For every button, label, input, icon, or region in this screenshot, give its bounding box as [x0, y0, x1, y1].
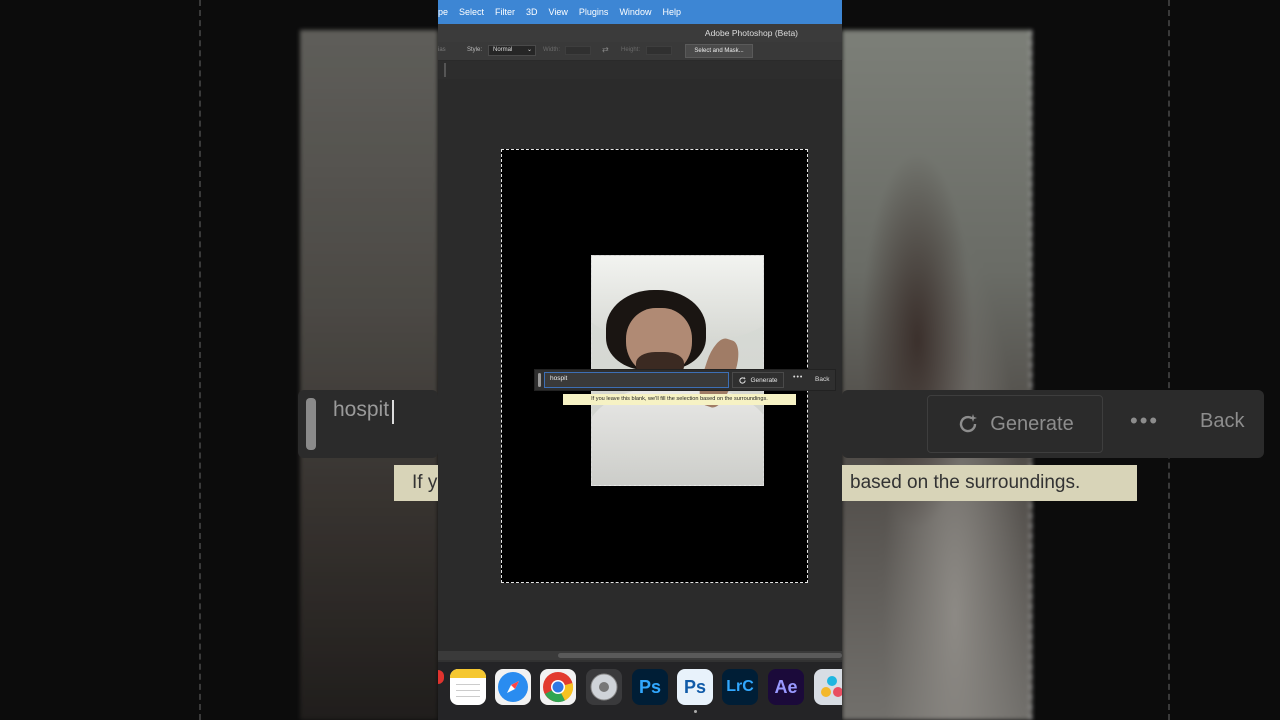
running-indicator: [694, 710, 697, 713]
back-button[interactable]: Back: [815, 376, 829, 383]
generative-prompt-input[interactable]: hospit: [544, 372, 729, 388]
menu-item-view[interactable]: View: [549, 7, 568, 17]
generate-label: Generate: [750, 376, 778, 384]
menu-item-plugins[interactable]: Plugins: [579, 7, 609, 17]
safari-app-icon[interactable]: [495, 669, 531, 705]
background-photo-fragment: [842, 30, 1032, 720]
chevron-down-icon: ⌄: [526, 47, 532, 53]
swap-icon[interactable]: ⇄: [602, 45, 609, 54]
dashed-edge: [199, 0, 201, 720]
width-label: Width:: [543, 47, 561, 53]
option-partial-label: ias: [438, 47, 446, 53]
resolve-icon: [821, 676, 842, 697]
style-label: Style:: [467, 47, 483, 53]
notes-app-icon[interactable]: [450, 669, 486, 705]
chrome-icon: [543, 672, 574, 703]
horizontal-scrollbar[interactable]: [438, 651, 842, 660]
background-text-cursor: [392, 400, 394, 424]
style-select-value: Normal: [493, 47, 513, 53]
photoshop-screen: pe Select Filter 3D View Plugins Window …: [438, 0, 842, 720]
davinci-resolve-app-icon[interactable]: [814, 669, 842, 705]
panel-handle[interactable]: [444, 63, 446, 77]
prompt-tooltip: If you leave this blank, we'll fill the …: [563, 394, 796, 405]
chrome-app-icon[interactable]: [540, 669, 576, 705]
menu-item-filter[interactable]: Filter: [495, 7, 515, 17]
menu-item-help[interactable]: Help: [662, 7, 681, 17]
contextual-task-bar: hospit Generate ••• Back: [534, 369, 836, 391]
photoshop-beta-app-icon[interactable]: Ps: [677, 669, 713, 705]
notification-badge: [438, 670, 444, 684]
generate-icon: [739, 376, 747, 384]
width-field[interactable]: [565, 46, 591, 55]
style-select[interactable]: Normal ⌄: [488, 45, 536, 56]
options-bar: ias Style: Normal ⌄ Width: ⇄ Height: Sel…: [438, 42, 842, 61]
notes-header: [450, 669, 486, 678]
background-more-icon: •••: [1130, 408, 1160, 433]
lightroom-classic-app-icon[interactable]: LrC: [722, 669, 758, 705]
background-generate-button: Generate: [927, 395, 1103, 453]
height-field[interactable]: [646, 46, 672, 55]
background-zoom-left: hospit If y: [0, 0, 438, 720]
menu-item-partial[interactable]: pe: [438, 7, 448, 17]
document-tab-bar: [438, 61, 842, 79]
notes-lines: [456, 684, 480, 685]
compressor-app-icon[interactable]: [586, 669, 622, 705]
menu-bar: pe Select Filter 3D View Plugins Window …: [438, 0, 842, 24]
menu-item-select[interactable]: Select: [459, 7, 484, 17]
menu-item-window[interactable]: Window: [619, 7, 651, 17]
background-generate-label: Generate: [990, 412, 1074, 435]
menu-item-3d[interactable]: 3D: [526, 7, 538, 17]
macos-dock: Ps Ps LrC Ae: [438, 662, 842, 720]
dashed-edge: [1168, 0, 1170, 720]
background-photo-fragment: [300, 30, 438, 720]
drag-handle[interactable]: [538, 373, 541, 387]
background-prompt-text: hospit: [333, 398, 390, 421]
scrollbar-thumb[interactable]: [558, 653, 842, 658]
select-and-mask-button[interactable]: Select and Mask...: [685, 44, 753, 58]
compass-icon: [498, 672, 528, 702]
background-caret: [306, 398, 316, 450]
height-label: Height:: [621, 47, 641, 53]
after-effects-app-icon[interactable]: Ae: [768, 669, 804, 705]
window-title-bar: Adobe Photoshop (Beta): [438, 24, 842, 42]
background-tooltip-right: based on the surroundings.: [842, 465, 1137, 501]
disc-icon: [590, 673, 618, 701]
generate-button[interactable]: Generate: [732, 372, 784, 388]
generate-icon: [960, 414, 978, 433]
background-zoom-right: Generate ••• Back based on the surroundi…: [842, 0, 1280, 720]
background-tooltip-left: If y: [394, 465, 438, 501]
window-title: Adobe Photoshop (Beta): [704, 28, 798, 38]
background-back-label: Back: [1200, 410, 1245, 432]
photoshop-app-icon[interactable]: Ps: [632, 669, 668, 705]
more-options-icon[interactable]: •••: [793, 374, 803, 381]
